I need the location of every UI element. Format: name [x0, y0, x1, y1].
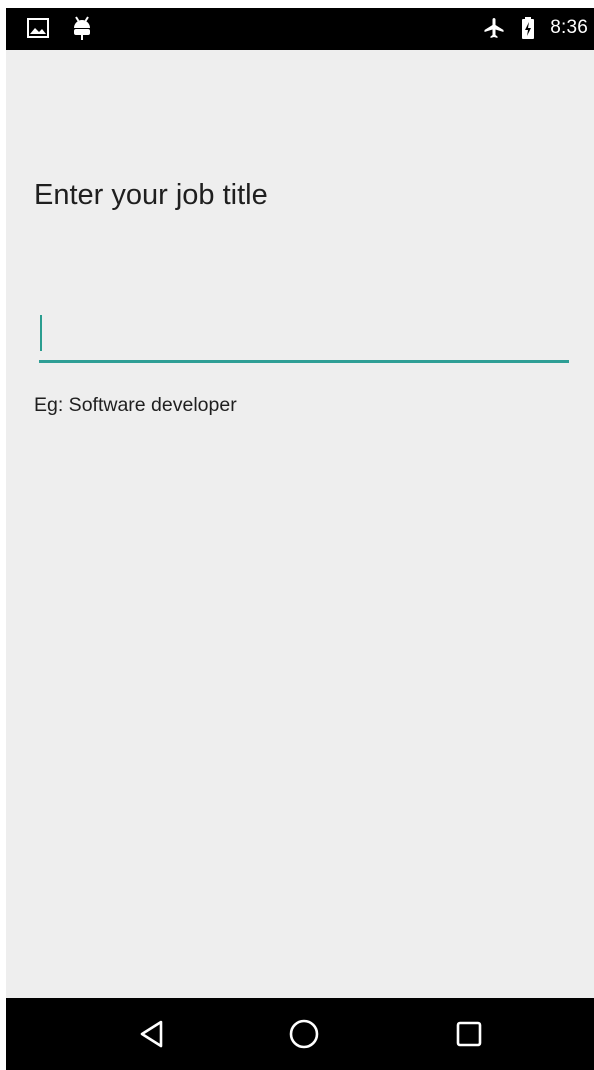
input-hint: Eg: Software developer: [34, 394, 237, 416]
page-title: Enter your job title: [34, 179, 268, 211]
status-bar: 8:36: [6, 8, 594, 50]
system-icons: 8:36: [482, 16, 588, 40]
back-triangle-icon: [140, 1020, 163, 1048]
battery-charging-icon: [516, 16, 540, 40]
home-circle-icon: [289, 1019, 319, 1049]
job-title-field[interactable]: [39, 305, 569, 363]
screen: 8:36 Enter your job title Eg: Software d…: [6, 8, 594, 1070]
android-notification-icon: [70, 16, 94, 40]
text-cursor: [40, 315, 42, 351]
recents-square-icon: [456, 1021, 482, 1047]
airplane-mode-icon: [482, 16, 506, 40]
recents-button[interactable]: [429, 998, 509, 1070]
job-title-form: Enter your job title Eg: Software develo…: [6, 50, 594, 998]
input-underline: [39, 360, 569, 363]
navigation-bar: [6, 998, 594, 1070]
notification-icons: [26, 16, 94, 40]
job-title-input[interactable]: [39, 305, 569, 357]
clock: 8:36: [550, 17, 588, 38]
back-button[interactable]: [112, 998, 192, 1070]
image-notification-icon: [26, 16, 50, 40]
home-button[interactable]: [264, 998, 344, 1070]
